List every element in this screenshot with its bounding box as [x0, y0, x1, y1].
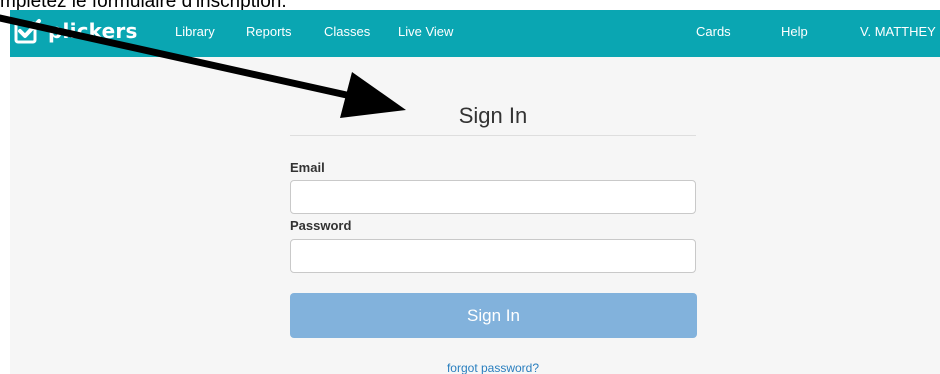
nav-user-account[interactable]: V. MATTHEY: [860, 24, 936, 39]
nav-library[interactable]: Library: [175, 24, 215, 39]
nav-live-view[interactable]: Live View: [398, 24, 453, 39]
top-navbar: plickers Library Reports Classes Live Vi…: [10, 10, 940, 57]
title-divider: [290, 135, 696, 136]
password-field[interactable]: [290, 239, 696, 273]
nav-reports[interactable]: Reports: [246, 24, 292, 39]
page-title: Sign In: [458, 103, 528, 128]
email-field[interactable]: [290, 180, 696, 214]
plickers-logo-icon: [14, 19, 41, 44]
browser-viewport: plickers Library Reports Classes Live Vi…: [10, 10, 940, 374]
sign-in-panel: Sign In Email Password Sign In forgot pa…: [10, 57, 940, 374]
brand-name: plickers: [48, 19, 138, 43]
nav-cards[interactable]: Cards: [696, 24, 731, 39]
nav-help[interactable]: Help: [781, 24, 808, 39]
email-label: Email: [290, 160, 325, 175]
forgot-password-link[interactable]: forgot password?: [290, 361, 696, 374]
password-label: Password: [290, 218, 352, 233]
nav-classes[interactable]: Classes: [324, 24, 370, 39]
sign-in-button[interactable]: Sign In: [290, 293, 697, 338]
brand[interactable]: plickers: [14, 18, 138, 44]
